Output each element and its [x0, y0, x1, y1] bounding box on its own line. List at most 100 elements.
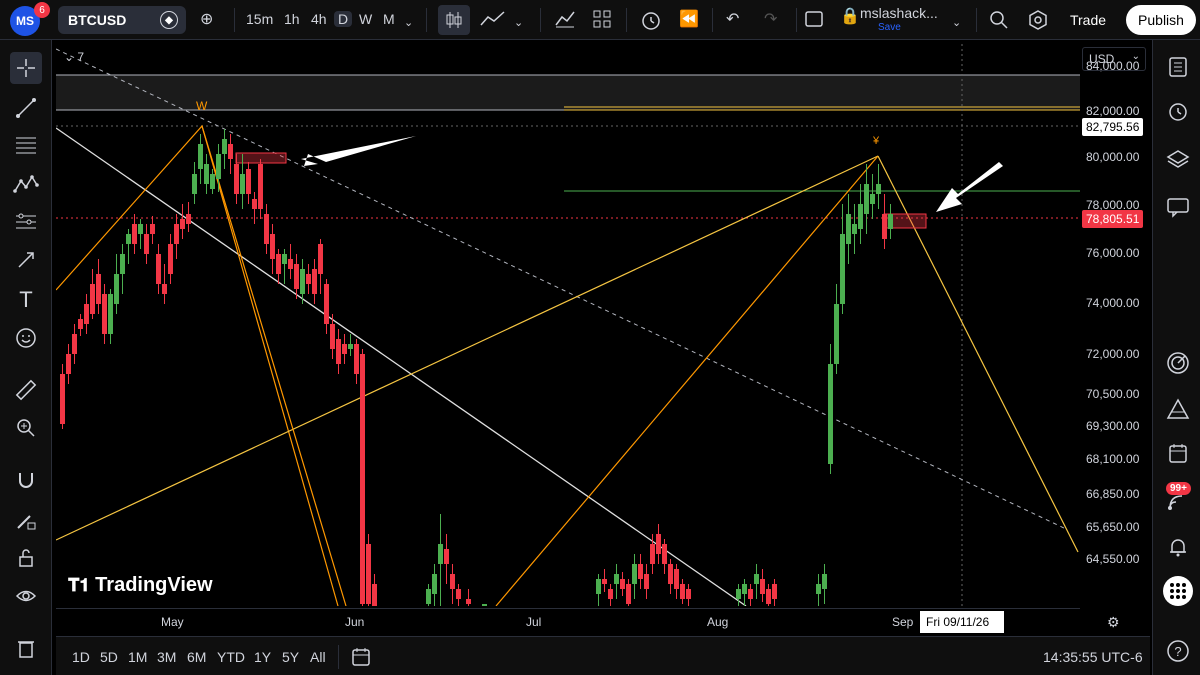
layout-name[interactable]: mslashack... — [860, 5, 938, 21]
price-axis-label: 72,000.00 — [1086, 347, 1140, 361]
fib-retracement-icon[interactable] — [10, 130, 42, 162]
brush-icon[interactable] — [10, 244, 42, 276]
apps-grid-icon[interactable] — [1163, 576, 1193, 606]
templates-icon[interactable] — [592, 9, 612, 36]
candle-body — [210, 174, 215, 189]
date-range-icon[interactable] — [350, 646, 372, 671]
clock[interactable]: 14:35:55 UTC-6 — [1043, 649, 1143, 665]
collapse-indicators-button[interactable]: ⌄ 7 — [64, 50, 84, 64]
ruler-icon[interactable] — [10, 374, 42, 406]
forecasting-icon[interactable] — [10, 206, 42, 238]
notifications-badge: 99+ — [1166, 482, 1191, 495]
candle-body — [372, 584, 377, 606]
currency-selector[interactable]: USD ⌄ — [1082, 47, 1146, 71]
crosshair-date-label: Fri 09/11/26 — [920, 611, 1004, 633]
chat-icon[interactable] — [1163, 192, 1193, 222]
interval-m[interactable]: M — [383, 11, 395, 27]
emoji-icon[interactable] — [10, 322, 42, 354]
range-all[interactable]: All — [310, 649, 326, 665]
interval-1h[interactable]: 1h — [284, 11, 300, 27]
range-6m[interactable]: 6M — [187, 649, 206, 665]
lock-icon[interactable]: 🔒 — [840, 6, 860, 28]
alert-icon[interactable] — [640, 9, 662, 38]
publish-button[interactable]: Publish — [1126, 5, 1196, 35]
notifications-icon[interactable] — [1163, 532, 1193, 562]
candle-body — [754, 574, 759, 584]
add-symbol-icon[interactable]: ⊕ — [200, 9, 213, 31]
current-price-tag: 78,805.51 — [1082, 210, 1144, 228]
interval-d[interactable]: D — [334, 11, 353, 27]
indicator-line-icon[interactable] — [480, 9, 506, 36]
time-label-jul: Jul — [526, 615, 542, 629]
lock-drawings-icon[interactable] — [10, 542, 42, 574]
candle-body — [858, 204, 863, 229]
candle-body — [632, 564, 637, 584]
indicators-icon[interactable] — [554, 9, 576, 36]
undo-icon[interactable]: ↶ — [726, 9, 739, 31]
target-icon[interactable] — [1163, 348, 1193, 378]
layout-save-label[interactable]: Save — [878, 22, 901, 33]
zoom-in-icon[interactable] — [10, 412, 42, 444]
trash-icon[interactable] — [10, 632, 42, 664]
ideas-icon[interactable] — [1163, 394, 1193, 424]
range-ytd[interactable]: YTD — [217, 649, 245, 665]
interval-w[interactable]: W — [359, 11, 372, 27]
candle-body — [888, 214, 893, 229]
quick-search-icon[interactable] — [988, 9, 1010, 38]
range-1y[interactable]: 1Y — [254, 649, 271, 665]
watchlist-icon[interactable] — [1163, 52, 1193, 82]
alerts-clock-icon[interactable] — [1163, 96, 1193, 126]
calendar-icon[interactable] — [1163, 438, 1193, 468]
candle-body — [90, 284, 95, 314]
redo-icon[interactable]: ↷ — [764, 9, 777, 31]
replay-icon[interactable]: ⏪ — [679, 9, 699, 31]
chart-settings-gear-icon[interactable]: ⚙ — [1107, 614, 1120, 631]
range-5d[interactable]: 5D — [100, 649, 118, 665]
interval-4h[interactable]: 4h — [311, 11, 327, 27]
pattern-label-top: ¥ — [872, 135, 880, 147]
candle-body — [150, 224, 155, 234]
range-3m[interactable]: 3M — [157, 649, 176, 665]
interval-15m[interactable]: 15m — [246, 11, 273, 27]
help-icon[interactable]: ? — [1163, 636, 1193, 666]
chevron-down-icon[interactable]: ⌄ — [404, 12, 413, 34]
chevron-down-icon[interactable]: ⌄ — [952, 12, 961, 34]
candle-body — [204, 164, 209, 184]
candle-body — [444, 549, 449, 564]
crosshair-icon[interactable] — [10, 52, 42, 84]
candle-body — [626, 584, 631, 604]
symbol-search[interactable]: BTCUSD ◆ — [58, 6, 186, 34]
range-5y[interactable]: 5Y — [282, 649, 299, 665]
candle-body — [282, 254, 287, 264]
shaded-zone — [56, 75, 1080, 110]
diamond-icon[interactable]: ◆ — [160, 11, 178, 29]
time-axis[interactable]: May Jun Jul Aug Sep Fri 09/11/26 — [56, 608, 1080, 634]
candle-body — [144, 234, 149, 254]
candle-body — [276, 254, 281, 274]
chart-canvas[interactable]: W ¥ — [56, 44, 1080, 606]
trade-button[interactable]: Trade — [1060, 6, 1116, 34]
price-axis-label: 76,000.00 — [1086, 246, 1140, 260]
range-1d[interactable]: 1D — [72, 649, 90, 665]
eye-icon[interactable] — [10, 580, 42, 612]
candle-body — [240, 174, 245, 194]
chevron-down-icon[interactable]: ⌄ — [514, 12, 523, 34]
candle-body — [366, 544, 371, 604]
text-icon[interactable]: T — [10, 284, 42, 316]
divider — [234, 8, 235, 32]
fullscreen-icon[interactable] — [804, 9, 824, 36]
candles-icon[interactable] — [438, 5, 470, 35]
tradingview-watermark[interactable]: 𝐓𝟏 TradingView — [68, 574, 213, 597]
pencil-lock-icon[interactable] — [10, 504, 42, 536]
layers-icon[interactable] — [1163, 144, 1193, 174]
trend-line-icon[interactable] — [10, 92, 42, 124]
pattern-icon[interactable] — [10, 168, 42, 200]
marker-price-tag: 82,795.56 — [1082, 118, 1144, 136]
settings-icon[interactable] — [1027, 9, 1049, 38]
drawing-toolbar: T — [0, 40, 52, 675]
magnet-icon[interactable] — [10, 464, 42, 496]
range-1m[interactable]: 1M — [128, 649, 147, 665]
candle-body — [198, 144, 203, 169]
candle-body — [354, 344, 359, 374]
dashed-trendline — [56, 48, 1067, 530]
